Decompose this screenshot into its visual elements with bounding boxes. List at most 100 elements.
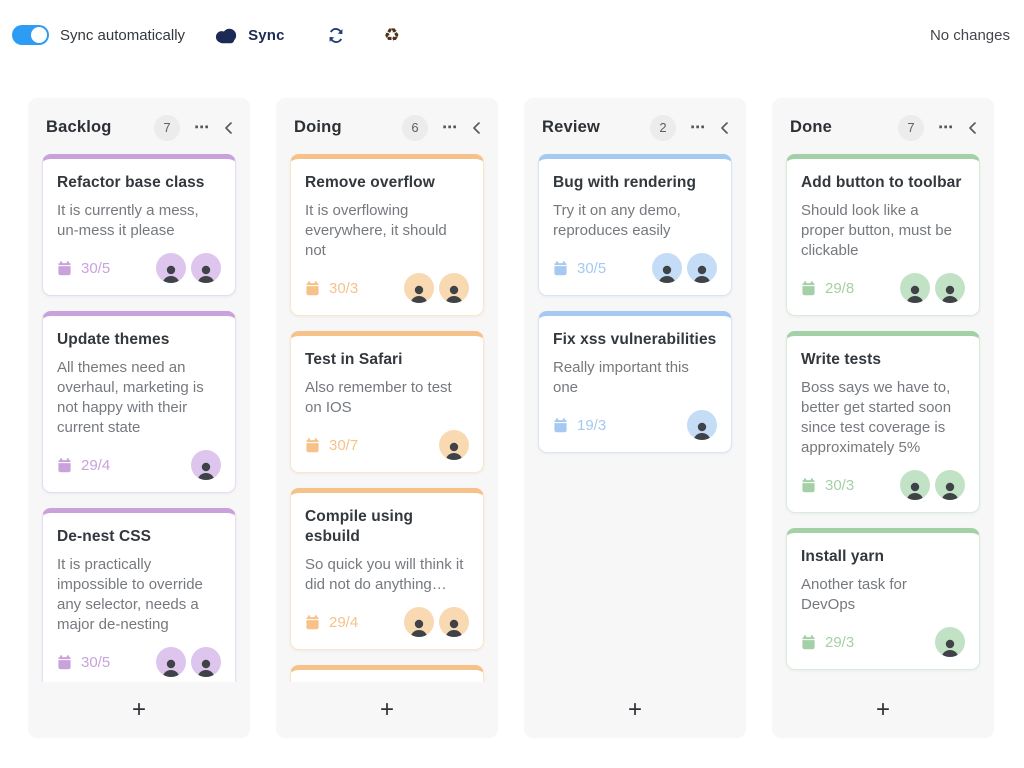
person-icon	[903, 479, 927, 500]
due-date-label: 30/5	[577, 260, 606, 277]
person-icon	[407, 616, 431, 637]
card-title: Install yarn	[801, 547, 965, 567]
task-card[interactable]: Install yarn Another task for DevOps 29/…	[786, 528, 980, 670]
avatar-group	[900, 470, 965, 500]
avatar	[404, 607, 434, 637]
card-due-date: 30/5	[553, 260, 606, 277]
card-title: Bug with rendering	[553, 173, 717, 193]
column-count-badge: 2	[650, 115, 676, 141]
column-footer: +	[28, 682, 250, 738]
card-footer: 30/7	[305, 430, 469, 460]
column-menu-button[interactable]: ⋯	[194, 120, 210, 135]
task-card[interactable]: Refactor base class It is currently a me…	[42, 154, 236, 296]
person-icon	[938, 282, 962, 303]
card-title: Write tests	[801, 350, 965, 370]
calendar-icon	[553, 261, 568, 276]
avatar-group	[687, 410, 717, 440]
card-footer: 29/8	[801, 273, 965, 303]
avatar	[687, 253, 717, 283]
avatar	[935, 273, 965, 303]
task-card[interactable]: Remove overflow It is overflowing everyw…	[290, 154, 484, 316]
card-due-date: 29/4	[57, 457, 110, 474]
column-collapse-button[interactable]	[223, 121, 233, 135]
task-card[interactable]: Add button to toolbar Should look like a…	[786, 154, 980, 316]
add-card-button[interactable]: +	[122, 698, 156, 722]
person-icon	[159, 262, 183, 283]
task-card[interactable]: De-nest CSS It is practically impossible…	[42, 508, 236, 682]
calendar-icon	[553, 418, 568, 433]
toggle-knob	[31, 27, 47, 43]
person-icon	[442, 439, 466, 460]
avatar	[191, 253, 221, 283]
task-card[interactable]: Update themes All themes need an overhau…	[42, 311, 236, 493]
column-collapse-button[interactable]	[719, 121, 729, 135]
card-title: Compile using esbuild	[305, 507, 469, 547]
due-date-label: 29/8	[825, 280, 854, 297]
column-count-badge: 7	[898, 115, 924, 141]
add-card-button[interactable]: +	[866, 698, 900, 722]
column-menu-button[interactable]: ⋯	[442, 120, 458, 135]
task-card[interactable]: Reconfigure grunt	[290, 665, 484, 682]
card-description: All themes need an overhaul, marketing i…	[57, 358, 221, 438]
avatar	[935, 627, 965, 657]
card-title: Remove overflow	[305, 173, 469, 193]
avatar-group	[404, 273, 469, 303]
avatar	[900, 273, 930, 303]
task-card[interactable]: Test in Safari Also remember to test on …	[290, 331, 484, 473]
due-date-label: 30/3	[825, 477, 854, 494]
task-card[interactable]: Compile using esbuild So quick you will …	[290, 488, 484, 650]
sync-button[interactable]: Sync	[214, 27, 285, 44]
card-description: Try it on any demo, reproduces easily	[553, 201, 717, 241]
card-footer: 30/5	[57, 647, 221, 677]
task-card[interactable]: Write tests Boss says we have to, better…	[786, 331, 980, 513]
card-title: Fix xss vulnerabilities	[553, 330, 717, 350]
person-icon	[194, 656, 218, 677]
toolbar: Sync automatically Sync ♻ No changes	[0, 0, 1024, 70]
card-due-date: 30/3	[305, 280, 358, 297]
card-footer: 29/4	[57, 450, 221, 480]
task-card[interactable]: Fix xss vulnerabilities Really important…	[538, 311, 732, 453]
due-date-label: 29/4	[81, 457, 110, 474]
column-done: Done 7 ⋯ Add button to toolbar Should lo…	[772, 98, 994, 738]
column-collapse-button[interactable]	[471, 121, 481, 135]
avatar-group	[652, 253, 717, 283]
card-list: Bug with rendering Try it on any demo, r…	[524, 152, 746, 682]
column-menu-button[interactable]: ⋯	[938, 120, 954, 135]
add-card-button[interactable]: +	[618, 698, 652, 722]
card-footer: 30/3	[801, 470, 965, 500]
column-footer: +	[772, 682, 994, 738]
sync-auto-label: Sync automatically	[60, 27, 185, 44]
refresh-button[interactable]	[327, 27, 345, 44]
task-card[interactable]: Bug with rendering Try it on any demo, r…	[538, 154, 732, 296]
column-footer: +	[276, 682, 498, 738]
card-description: It is practically impossible to override…	[57, 555, 221, 635]
add-card-button[interactable]: +	[370, 698, 404, 722]
card-footer: 30/5	[57, 253, 221, 283]
avatar-group	[439, 430, 469, 460]
column-menu-button[interactable]: ⋯	[690, 120, 706, 135]
cloud-icon	[214, 27, 239, 44]
card-footer: 29/3	[801, 627, 965, 657]
avatar	[439, 430, 469, 460]
calendar-icon	[57, 261, 72, 276]
recycle-icon: ♻	[384, 26, 400, 44]
column-title: Review	[542, 118, 650, 137]
avatar-group	[156, 253, 221, 283]
card-title: Test in Safari	[305, 350, 469, 370]
avatar	[687, 410, 717, 440]
kanban-board: Backlog 7 ⋯ Refactor base class It is cu…	[28, 98, 996, 738]
due-date-label: 30/5	[81, 654, 110, 671]
column-review: Review 2 ⋯ Bug with rendering Try it on …	[524, 98, 746, 738]
calendar-icon	[801, 281, 816, 296]
avatar-group	[935, 627, 965, 657]
column-doing: Doing 6 ⋯ Remove overflow It is overflow…	[276, 98, 498, 738]
card-footer: 30/3	[305, 273, 469, 303]
column-collapse-button[interactable]	[967, 121, 977, 135]
recycle-button[interactable]: ♻	[384, 26, 400, 44]
card-due-date: 29/4	[305, 614, 358, 631]
person-icon	[938, 636, 962, 657]
sync-auto-toggle[interactable]	[12, 25, 49, 45]
avatar	[439, 607, 469, 637]
card-due-date: 29/8	[801, 280, 854, 297]
person-icon	[194, 459, 218, 480]
